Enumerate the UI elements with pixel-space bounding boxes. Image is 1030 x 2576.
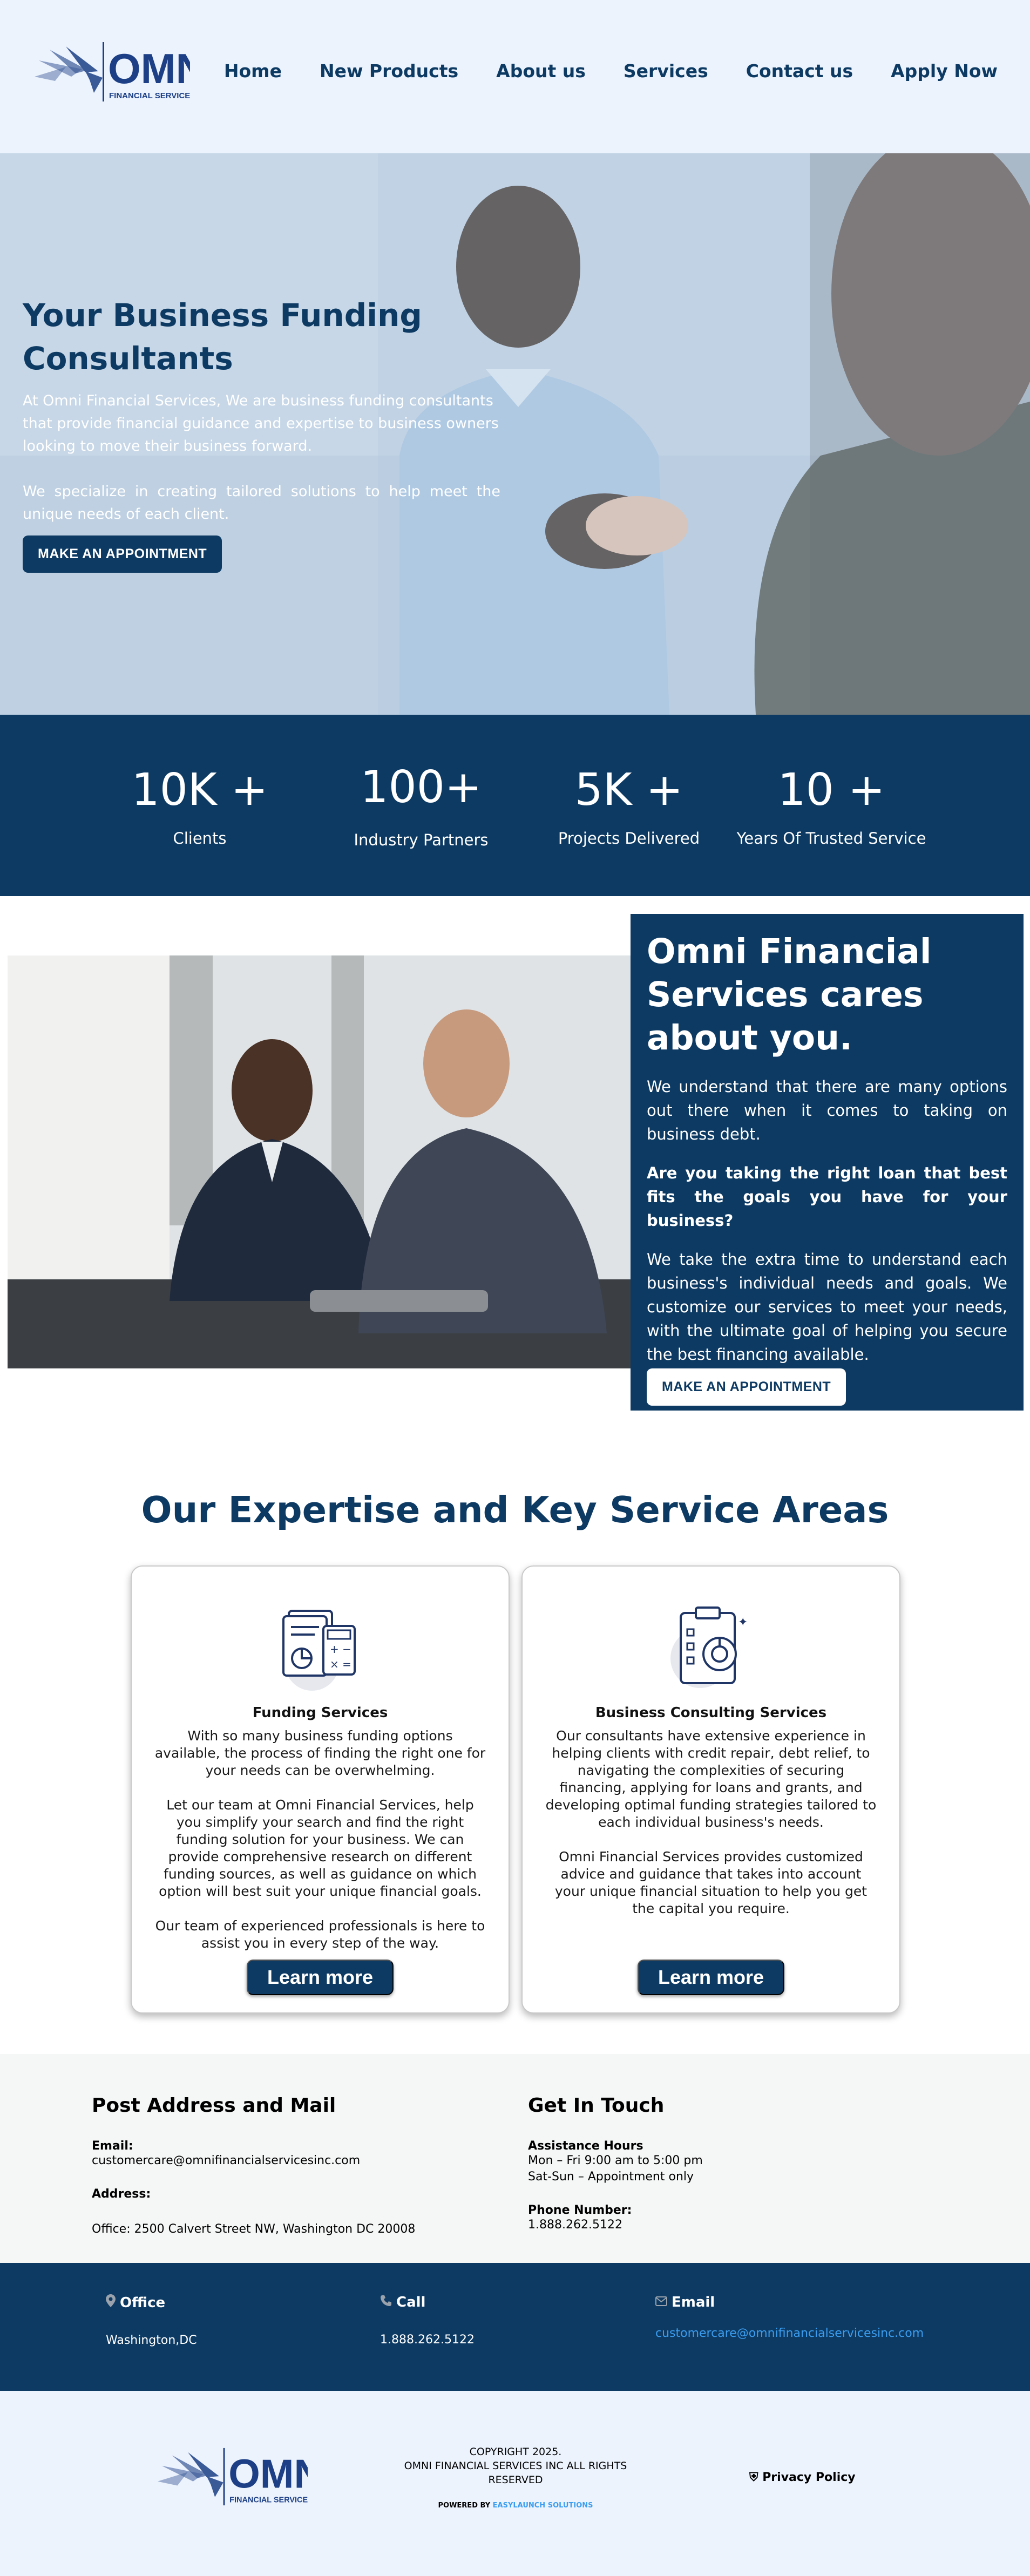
office-label: Office <box>120 2294 166 2311</box>
card-paragraph: Omni Financial Services provides customi… <box>554 1849 868 1916</box>
strip-email: Email customercare@omnifinancialservices… <box>655 2294 924 2340</box>
hero-text: Your Business Funding Consultants At Omn… <box>23 294 500 526</box>
svg-text:× =: × = <box>330 1658 351 1671</box>
expertise-section: Our Expertise and Key Service Areas + − … <box>0 1414 1030 2054</box>
svg-text:✦: ✦ <box>738 1616 748 1629</box>
funding-documents-icon: + − × = <box>282 1610 356 1691</box>
phone-label: Phone Number: <box>528 2204 632 2217</box>
copyright-company: OMNI FINANCIAL SERVICES INC ALL RIGHTS R… <box>404 2460 627 2486</box>
card-paragraph: Let our team at Omni Financial Services,… <box>159 1797 482 1899</box>
shield-icon: ⛨ <box>749 2471 758 2484</box>
consulting-learn-more-button[interactable]: Learn more <box>637 1960 785 1995</box>
cares-section: Omni Financial Services cares about you.… <box>0 896 1030 1414</box>
omni-logo[interactable]: OMNI FINANCIAL SERVICES <box>33 39 190 106</box>
email-heading: Email <box>655 2294 924 2310</box>
main-nav: Home New Products About us Services Cont… <box>224 60 998 82</box>
hero-appointment-button[interactable]: MAKE AN APPOINTMENT <box>23 535 222 573</box>
office-value: Washington,DC <box>106 2334 197 2347</box>
stat-label: Years Of Trusted Service <box>736 829 926 848</box>
email-value[interactable]: customercare@omnifinancialservicesinc.co… <box>92 2153 415 2169</box>
card-paragraph: Our consultants have extensive experienc… <box>545 1728 877 1830</box>
hero-title: Your Business Funding Consultants <box>23 297 422 377</box>
contact-strip: Office Washington,DC Call 1.888.262.5122… <box>0 2263 1030 2391</box>
office-heading: Office <box>106 2294 197 2311</box>
cares-detail: We take the extra time to understand eac… <box>647 1250 1007 1364</box>
stat-value: 5K + <box>574 764 683 816</box>
strip-office: Office Washington,DC <box>106 2294 197 2347</box>
location-pin-icon <box>106 2294 116 2311</box>
footer-omni-logo[interactable]: OMNI FINANCIAL SERVICES <box>157 2445 308 2510</box>
svg-text:FINANCIAL SERVICES: FINANCIAL SERVICES <box>109 91 190 100</box>
cares-intro: We understand that there are many option… <box>647 1077 1007 1143</box>
post-address-title: Post Address and Mail <box>92 2094 336 2117</box>
privacy-policy-link[interactable]: ⛨ Privacy Policy <box>749 2471 856 2484</box>
hours-label: Assistance Hours <box>528 2139 643 2153</box>
hero-specialize: We specialize in creating tailored solut… <box>23 483 500 523</box>
stat-value: 10K + <box>131 764 268 816</box>
post-address-column: Post Address and Mail Email: customercar… <box>92 2094 415 2238</box>
nav-home[interactable]: Home <box>224 60 282 82</box>
card-paragraph: With so many business funding options av… <box>154 1728 486 1778</box>
address-value: Office: 2500 Calvert Street NW, Washingt… <box>92 2222 416 2236</box>
powered-by-prefix: POWERED BY <box>438 2502 491 2510</box>
hours-weekend: Sat-Sun – Appointment only <box>528 2170 694 2184</box>
hero-intro: At Omni Financial Services, We are busin… <box>23 392 499 455</box>
envelope-icon <box>655 2294 667 2310</box>
call-label: Call <box>396 2294 426 2310</box>
service-card-funding: + − × = Funding Services With so many bu… <box>131 1565 510 2014</box>
phone-value[interactable]: 1.888.262.5122 <box>528 2217 703 2233</box>
card-title: Business Consulting Services <box>595 1705 827 1721</box>
cares-title: Omni Financial Services cares about you. <box>647 932 932 1057</box>
stats-band: 10K + Clients 100+ Industry Partners 5K … <box>0 715 1030 896</box>
stat-label: Projects Delivered <box>558 829 700 848</box>
strip-call: Call 1.888.262.5122 <box>380 2294 475 2347</box>
site-footer: OMNI FINANCIAL SERVICES COPYRIGHT 2025. … <box>0 2391 1030 2576</box>
call-heading: Call <box>380 2294 475 2310</box>
get-in-touch-column: Get In Touch Assistance Hours Mon – Fri … <box>528 2094 703 2233</box>
cares-appointment-button[interactable]: MAKE AN APPOINTMENT <box>647 1368 846 1406</box>
card-title: Funding Services <box>252 1705 388 1721</box>
address-label: Address: <box>92 2187 151 2201</box>
powered-by: POWERED BY EASYLAUNCH SOLUTIONS <box>394 2499 637 2513</box>
cares-panel: Omni Financial Services cares about you.… <box>631 914 1024 1411</box>
nav-services[interactable]: Services <box>624 60 708 82</box>
stat-partners: 100+ Industry Partners <box>340 761 502 849</box>
svg-text:FINANCIAL SERVICES: FINANCIAL SERVICES <box>229 2496 308 2504</box>
hero-section: Your Business Funding Consultants At Omn… <box>0 153 1030 715</box>
svg-text:OMNI: OMNI <box>108 45 190 92</box>
get-in-touch-title: Get In Touch <box>528 2094 665 2117</box>
stat-projects: 5K + Projects Delivered <box>548 763 710 848</box>
card-paragraph: Our team of experienced professionals is… <box>155 1918 485 1951</box>
powered-by-link[interactable]: EASYLAUNCH SOLUTIONS <box>493 2502 593 2510</box>
stat-clients: 10K + Clients <box>119 763 281 848</box>
cares-question: Are you taking the right loan that best … <box>647 1164 1007 1230</box>
call-value[interactable]: 1.888.262.5122 <box>380 2333 475 2347</box>
svg-text:OMNI: OMNI <box>228 2451 308 2496</box>
stat-value: 10 + <box>777 764 885 816</box>
email-label: Email: <box>92 2139 133 2153</box>
stat-label: Clients <box>173 829 227 848</box>
nav-about-us[interactable]: About us <box>496 60 586 82</box>
service-card-consulting: ✦ Business Consulting Services Our consu… <box>521 1565 900 2014</box>
consultation-photo <box>8 955 634 1368</box>
email-link[interactable]: customercare@omnifinancialservicesinc.co… <box>655 2327 924 2340</box>
hours-weekday: Mon – Fri 9:00 am to 5:00 pm <box>528 2154 703 2167</box>
stat-years: 10 + Years Of Trusted Service <box>734 763 929 848</box>
site-header: OMNI FINANCIAL SERVICES Home New Product… <box>0 0 1030 153</box>
funding-learn-more-button[interactable]: Learn more <box>246 1960 394 1995</box>
nav-new-products[interactable]: New Products <box>320 60 458 82</box>
copyright-year: COPYRIGHT 2025. <box>469 2446 562 2458</box>
svg-text:+ −: + − <box>330 1643 351 1656</box>
nav-contact-us[interactable]: Contact us <box>746 60 853 82</box>
contact-section: Post Address and Mail Email: customercar… <box>0 2054 1030 2263</box>
nav-apply-now[interactable]: Apply Now <box>891 60 998 82</box>
copyright-block: COPYRIGHT 2025. OMNI FINANCIAL SERVICES … <box>394 2445 637 2513</box>
expertise-title: Our Expertise and Key Service Areas <box>141 1489 889 1531</box>
phone-icon <box>380 2294 392 2310</box>
privacy-policy-label: Privacy Policy <box>762 2471 856 2484</box>
stat-label: Industry Partners <box>354 831 489 849</box>
email-strip-label: Email <box>672 2294 715 2310</box>
stat-value: 100+ <box>360 762 482 813</box>
consulting-clipboard-icon: ✦ <box>670 1606 748 1688</box>
